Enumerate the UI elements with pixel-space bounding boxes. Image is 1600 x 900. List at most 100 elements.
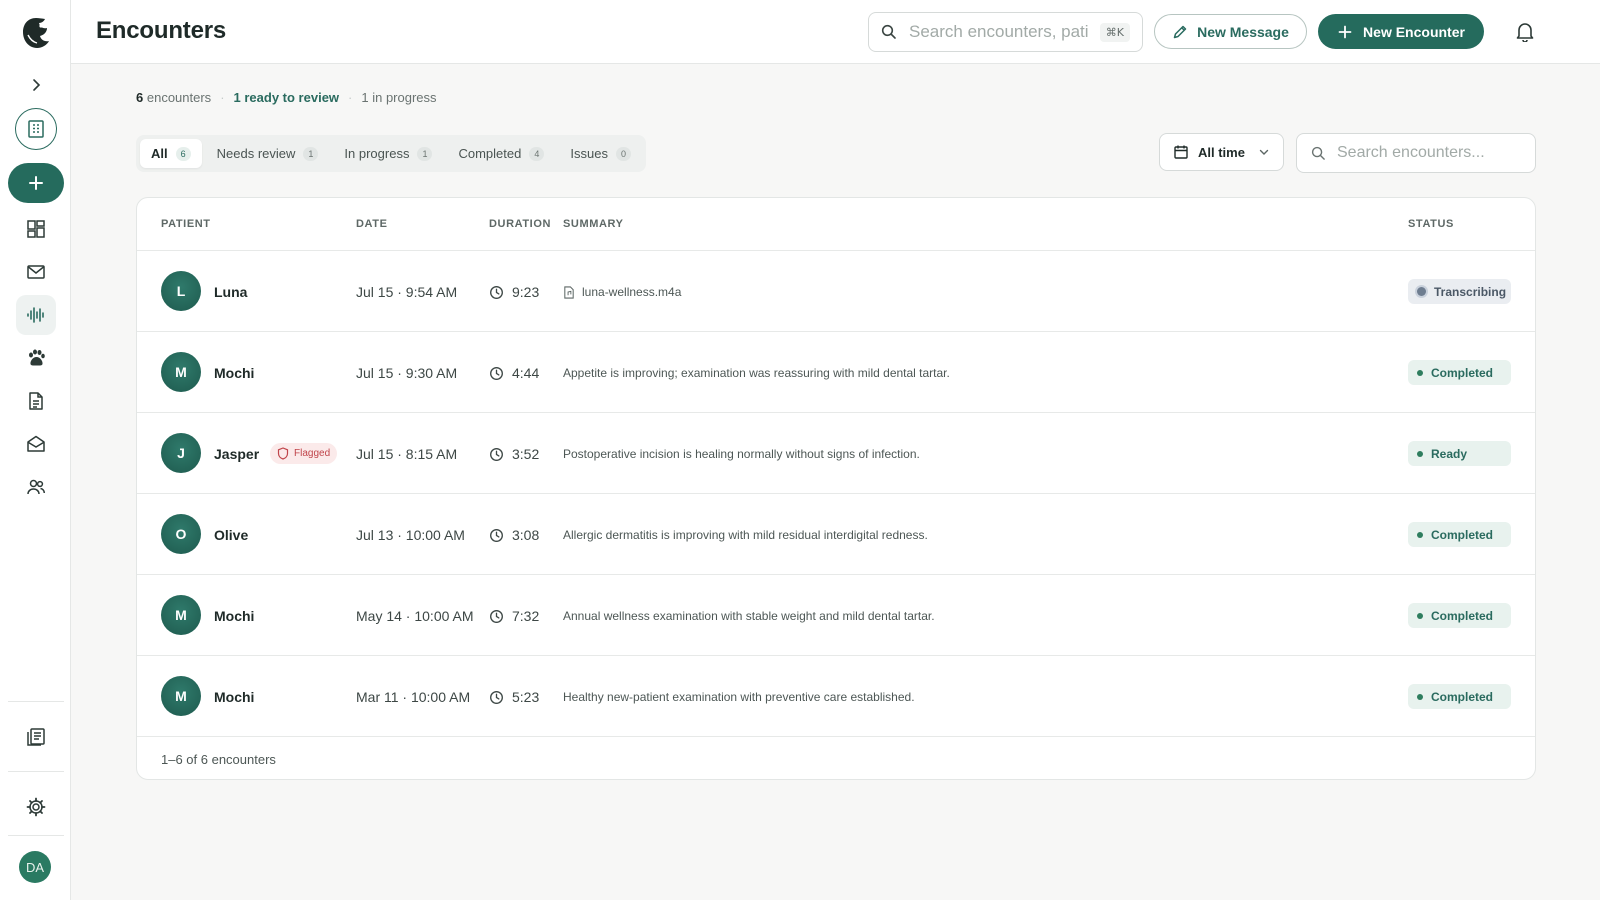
summary-text: luna-wellness.m4a bbox=[582, 285, 682, 299]
table-row[interactable]: M Mochi Mar 11 · 10:00 AM 5:23 Healthy n… bbox=[137, 656, 1535, 737]
notifications-button[interactable] bbox=[1515, 20, 1537, 44]
encounter-duration: 9:23 bbox=[489, 284, 539, 300]
patient-name: Mochi bbox=[214, 365, 255, 381]
sidebar-item-messages[interactable] bbox=[16, 424, 56, 464]
tab-count: 0 bbox=[615, 146, 631, 161]
encounter-summary: Healthy new-patient examination with pre… bbox=[563, 690, 915, 704]
dashboard-icon bbox=[27, 220, 45, 238]
encounter-summary: Appetite is improving; examination was r… bbox=[563, 366, 950, 380]
pagination-summary: 1–6 of 6 encounters bbox=[161, 752, 276, 767]
in-progress-stat: 1 in progress bbox=[361, 90, 437, 105]
column-header-summary: SUMMARY bbox=[563, 218, 624, 230]
tab-needs-review[interactable]: Needs review 1 bbox=[206, 139, 330, 168]
status-badge: Completed bbox=[1408, 522, 1511, 547]
encounter-summary: Annual wellness examination with stable … bbox=[563, 609, 935, 623]
sidebar-item-notes[interactable] bbox=[16, 717, 56, 757]
duration-value: 5:23 bbox=[512, 689, 540, 705]
column-header-patient[interactable]: PATIENT bbox=[161, 218, 211, 230]
patient-avatar: M bbox=[161, 595, 201, 635]
status-tabs: All 6 Needs review 1 In progress 1 Complete… bbox=[136, 135, 646, 172]
column-header-duration[interactable]: DURATION bbox=[489, 218, 551, 230]
column-header-status[interactable]: STATUS bbox=[1408, 218, 1454, 230]
encounter-date: Jul 15 · 8:15 AM bbox=[356, 446, 458, 462]
clock-icon bbox=[490, 366, 503, 380]
sidebar-item-dashboard[interactable] bbox=[16, 209, 56, 249]
status-badge: Completed bbox=[1408, 684, 1511, 709]
column-header-date[interactable]: DATE bbox=[356, 218, 388, 230]
tab-completed[interactable]: Completed 4 bbox=[447, 139, 555, 168]
sidebar-item-documents[interactable] bbox=[16, 381, 56, 421]
stat-separator: · bbox=[348, 90, 353, 105]
summary-text: Postoperative incision is healing normal… bbox=[563, 447, 920, 461]
users-icon bbox=[27, 479, 46, 495]
tab-label: In progress bbox=[344, 146, 410, 161]
time-filter-dropdown[interactable]: All time bbox=[1159, 133, 1284, 171]
table-row[interactable]: O Olive Jul 13 · 10:00 AM 3:08 Allergic … bbox=[137, 494, 1535, 575]
table-row[interactable]: M Mochi Jul 15 · 9:30 AM 4:44 Appetite i… bbox=[137, 332, 1535, 413]
encounter-duration: 5:23 bbox=[489, 689, 539, 705]
ready-to-review-link[interactable]: 1 ready to review bbox=[234, 90, 340, 105]
duration-value: 4:44 bbox=[512, 365, 540, 381]
new-encounter-sidebar-button[interactable] bbox=[8, 163, 64, 203]
notes-icon bbox=[27, 728, 45, 746]
status-label: Ready bbox=[1431, 446, 1468, 461]
sidebar-divider bbox=[8, 835, 64, 836]
chevron-right-icon bbox=[33, 79, 41, 91]
flag-label: Flagged bbox=[294, 448, 331, 459]
status-dot bbox=[1417, 612, 1423, 619]
encounter-duration: 3:52 bbox=[489, 446, 539, 462]
stat-separator: · bbox=[220, 90, 225, 105]
tab-label: All bbox=[151, 146, 168, 161]
new-message-button[interactable]: New Message bbox=[1154, 14, 1307, 49]
document-icon bbox=[29, 392, 43, 410]
clock-icon bbox=[490, 609, 503, 623]
sidebar-item-patients[interactable] bbox=[16, 338, 56, 378]
page-title: Encounters bbox=[96, 17, 227, 44]
flagged-badge: Flagged bbox=[270, 443, 338, 464]
patient-name: Jasper bbox=[214, 446, 260, 462]
encounter-date: Jul 15 · 9:30 AM bbox=[356, 365, 458, 381]
clock-icon bbox=[490, 528, 503, 542]
sidebar-item-settings[interactable] bbox=[16, 787, 56, 827]
patient-name: Mochi bbox=[214, 689, 255, 705]
global-search[interactable]: ⌘K bbox=[868, 12, 1143, 52]
tab-in-progress[interactable]: In progress 1 bbox=[333, 139, 443, 168]
encounter-search-input[interactable] bbox=[1337, 144, 1517, 162]
status-label: Completed bbox=[1431, 527, 1494, 542]
patient-name: Olive bbox=[214, 527, 249, 543]
clock-icon bbox=[490, 447, 503, 461]
status-dot bbox=[1417, 287, 1426, 296]
table-row[interactable]: J Jasper Flagged Jul 15 · 8:15 AM 3:52 P… bbox=[137, 413, 1535, 494]
expand-sidebar-button[interactable] bbox=[16, 65, 56, 105]
status-dot bbox=[1417, 450, 1423, 457]
envelope-open-icon bbox=[27, 435, 45, 452]
clinic-switcher[interactable] bbox=[15, 108, 57, 150]
app-logo[interactable] bbox=[16, 13, 56, 53]
new-encounter-button[interactable]: New Encounter bbox=[1318, 14, 1484, 49]
new-message-label: New Message bbox=[1197, 23, 1289, 40]
encounter-count-label: encounters bbox=[146, 90, 212, 105]
table-row[interactable]: M Mochi May 14 · 10:00 AM 7:32 Annual we… bbox=[137, 575, 1535, 656]
status-badge: Completed bbox=[1408, 603, 1511, 628]
encounter-search[interactable] bbox=[1296, 133, 1536, 173]
status-label: Completed bbox=[1431, 608, 1494, 623]
shield-icon bbox=[277, 447, 289, 460]
sidebar-item-inbox[interactable] bbox=[16, 252, 56, 292]
tab-label: Completed bbox=[458, 146, 522, 161]
table-row[interactable]: L Luna Jul 15 · 9:54 AM 9:23 luna-wellne… bbox=[137, 251, 1535, 332]
patient-name: Mochi bbox=[214, 608, 255, 624]
status-dot bbox=[1417, 369, 1423, 376]
encounter-summary: luna-wellness.m4a bbox=[563, 285, 681, 299]
global-search-input[interactable] bbox=[909, 22, 1089, 42]
user-avatar[interactable]: DA bbox=[19, 851, 51, 883]
encounter-summary: Allergic dermatitis is improving with mi… bbox=[563, 528, 928, 542]
time-filter-label: All time bbox=[1198, 144, 1245, 160]
encounter-count: 6 bbox=[136, 90, 144, 105]
patient-avatar: J bbox=[161, 433, 201, 473]
sidebar-divider bbox=[8, 771, 64, 772]
tab-issues[interactable]: Issues 0 bbox=[559, 139, 642, 168]
sidebar-item-team[interactable] bbox=[16, 467, 56, 507]
sidebar-item-encounters[interactable] bbox=[16, 295, 56, 335]
tab-all[interactable]: All 6 bbox=[140, 139, 202, 168]
pencil-icon bbox=[1173, 25, 1187, 38]
